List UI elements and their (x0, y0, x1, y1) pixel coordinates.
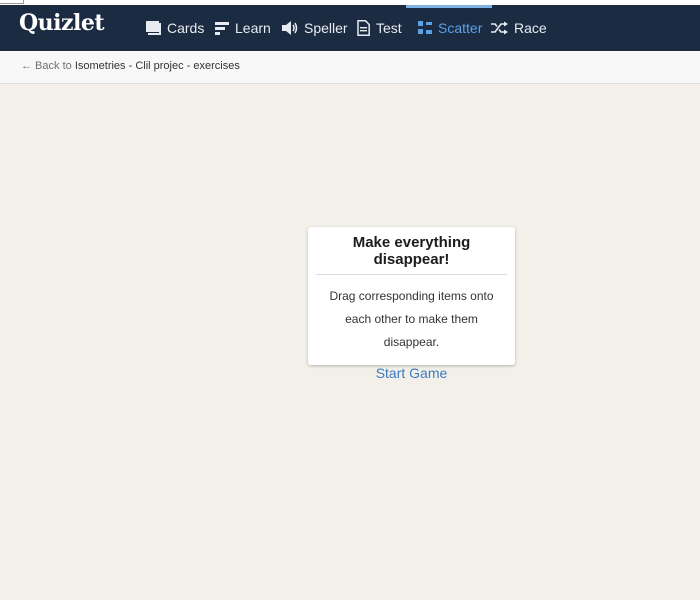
tab-speller[interactable]: Speller (282, 5, 348, 51)
breadcrumb: ← Back to Isometries - Clil projec - exe… (21, 60, 240, 72)
cards-icon (146, 21, 161, 35)
tab-test-label: Test (376, 20, 402, 36)
quizlet-logo[interactable]: Quizlet (19, 10, 105, 36)
tab-scatter[interactable]: Scatter (405, 5, 493, 51)
sub-header: ← Back to Isometries - Clil projec - exe… (0, 51, 700, 84)
scatter-icon (418, 21, 432, 35)
tab-race-label: Race (514, 20, 547, 36)
speaker-icon (282, 21, 298, 35)
tab-scatter-label: Scatter (438, 20, 483, 36)
shuffle-icon (491, 21, 508, 35)
start-game-button[interactable]: Start Game (376, 365, 448, 381)
card-description: Drag corresponding items onto each other… (329, 289, 494, 349)
tab-race[interactable]: Race (491, 5, 547, 51)
tab-learn[interactable]: Learn (215, 5, 271, 51)
tab-speller-label: Speller (304, 20, 348, 36)
tab-learn-label: Learn (235, 20, 271, 36)
set-title-link[interactable]: Isometries - Clil projec - exercises (75, 60, 240, 72)
tab-test[interactable]: Test (357, 5, 402, 51)
card-title: Make everything disappear! (316, 234, 507, 275)
window-corner (0, 0, 24, 4)
back-link[interactable]: ← Back to (21, 60, 72, 72)
tab-cards-label: Cards (167, 20, 205, 36)
scatter-intro-card: Make everything disappear! Drag correspo… (308, 227, 515, 381)
tab-cards[interactable]: Cards (146, 5, 204, 51)
learn-icon (215, 21, 229, 35)
top-navbar: Quizlet Cards Learn Speller Test Scatter… (0, 5, 700, 51)
document-icon (357, 20, 370, 36)
